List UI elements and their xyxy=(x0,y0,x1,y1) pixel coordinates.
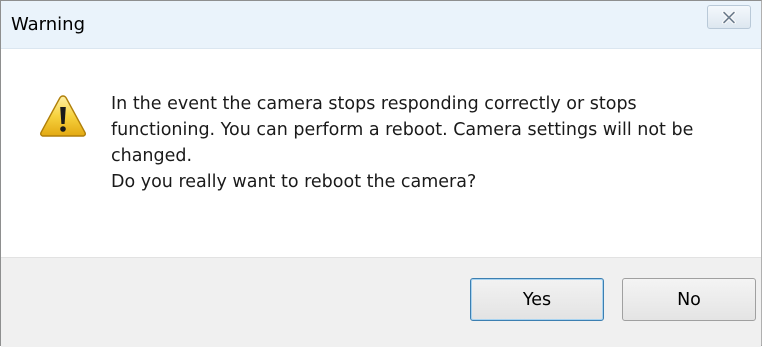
close-x-icon xyxy=(722,10,736,24)
title-bar[interactable]: Warning xyxy=(1,1,761,49)
warning-triangle-icon xyxy=(40,95,86,137)
window-title: Warning xyxy=(11,14,86,35)
confirm-question: Do you really want to reboot the camera? xyxy=(111,172,477,192)
no-button[interactable]: No xyxy=(622,278,756,321)
button-bar: Yes No xyxy=(1,257,761,347)
dialog-content: In the event the camera stops responding… xyxy=(1,49,761,257)
yes-button[interactable]: Yes xyxy=(470,278,604,321)
close-button[interactable] xyxy=(707,5,751,29)
message-text: In the event the camera stops responding… xyxy=(111,91,731,195)
message-paragraph: In the event the camera stops responding… xyxy=(111,94,694,166)
warning-dialog: Warning In the event the camera stops re… xyxy=(0,0,762,347)
